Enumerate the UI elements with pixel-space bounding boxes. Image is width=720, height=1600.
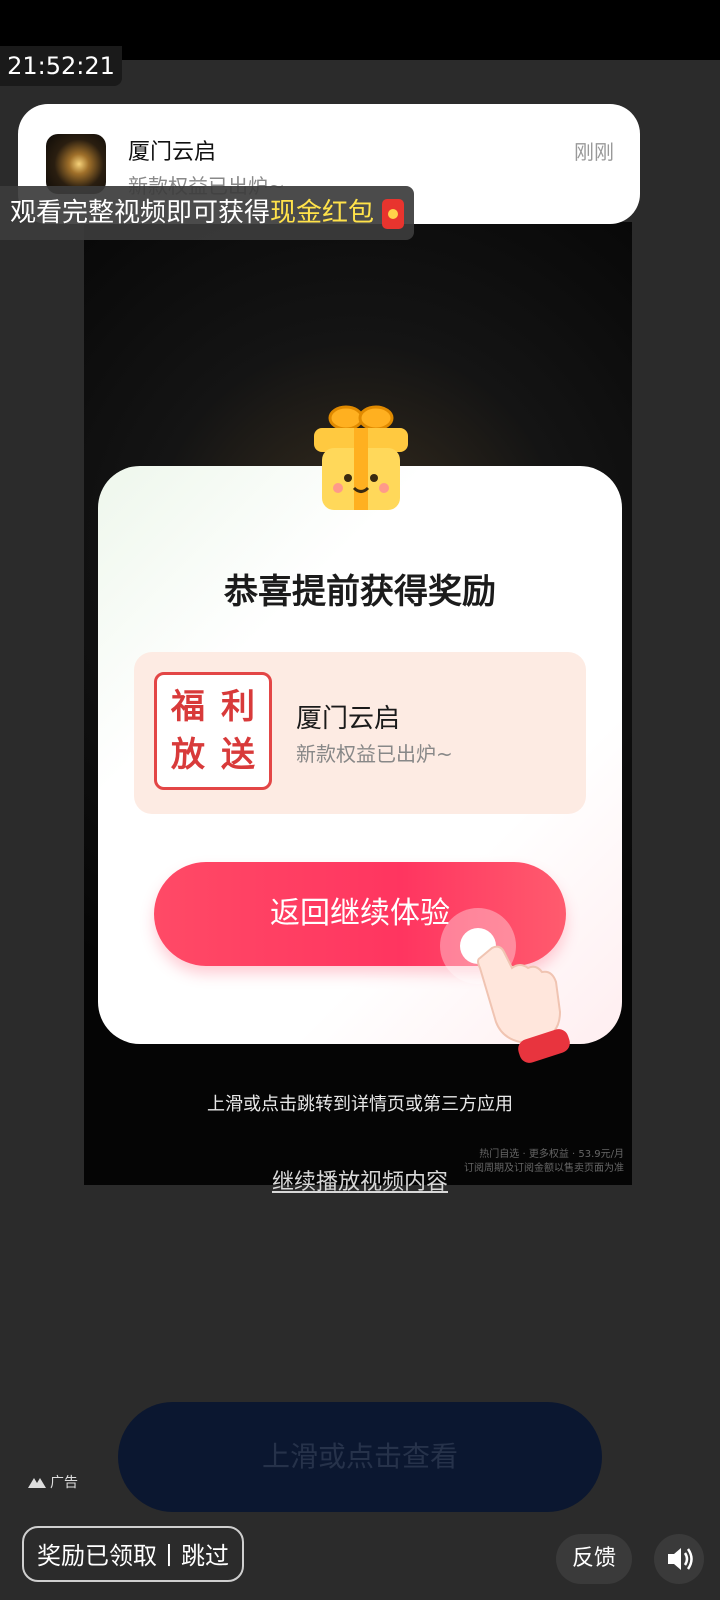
banner-text: 观看完整视频即可获得: [10, 198, 271, 228]
feedback-button[interactable]: 反馈: [556, 1534, 632, 1584]
promo-image-char: 利: [221, 687, 255, 727]
ad-label: 广告: [28, 1472, 78, 1492]
promo-title: 厦门云启: [296, 704, 401, 734]
gift-box-icon: [314, 405, 408, 510]
promo-image-char: 放: [171, 735, 205, 775]
reward-title: 恭喜提前获得奖励: [224, 572, 496, 612]
promo-subtitle: 新款权益已出炉~: [296, 742, 453, 766]
ad-logo-icon: [28, 1478, 46, 1488]
tap-hand-icon: [440, 908, 570, 1063]
promo-image-char: 福: [171, 687, 205, 727]
speaker-icon: [668, 1548, 693, 1570]
promo-image-char: 送: [221, 735, 255, 775]
view-details-button[interactable]: 上滑或点击查看: [118, 1402, 602, 1512]
reward-banner: 观看完整视频即可获得现金红包: [0, 186, 415, 240]
skip-button[interactable]: 奖励已领取丨跳过: [22, 1526, 244, 1582]
sound-toggle[interactable]: [654, 1534, 704, 1584]
promo-box[interactable]: 福 利 放 送 厦门云启 新款权益已出炉~: [134, 652, 586, 814]
banner-highlight: 现金红包: [270, 198, 375, 228]
ad-label-text: 广告: [50, 1475, 78, 1491]
app-logo-icon: [46, 134, 106, 194]
continue-video-link[interactable]: 继续播放视频内容: [0, 1164, 720, 1196]
status-time: 21:52:21: [0, 46, 122, 86]
promo-image: 福 利 放 送: [154, 672, 272, 790]
red-envelope-icon: [382, 198, 405, 229]
notification-title: 厦门云启: [128, 140, 217, 165]
swipe-hint: 上滑或点击跳转到详情页或第三方应用: [207, 1094, 513, 1115]
fine-print-line: 热门自选 · 更多权益 · 53.9元/月: [479, 1149, 624, 1160]
notification-time: 刚刚: [574, 140, 614, 164]
